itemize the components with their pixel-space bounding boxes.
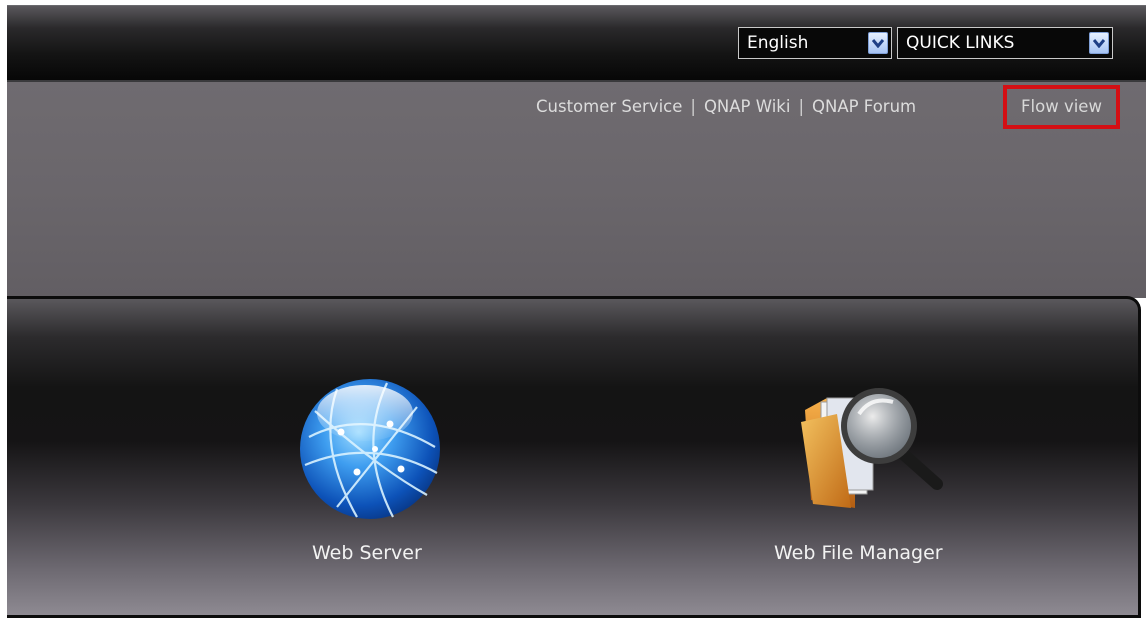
globe-icon[interactable] xyxy=(297,377,443,527)
chevron-down-icon[interactable] xyxy=(1089,32,1109,54)
language-select-value: English xyxy=(747,33,809,53)
qnap-forum-link[interactable]: QNAP Forum xyxy=(812,97,916,116)
web-file-manager-label[interactable]: Web File Manager xyxy=(774,542,943,564)
customer-service-link[interactable]: Customer Service xyxy=(536,97,682,116)
quick-links-select-value: QUICK LINKS xyxy=(906,33,1015,53)
language-select[interactable]: English xyxy=(738,27,892,59)
folder-magnifier-icon[interactable] xyxy=(797,380,949,520)
chevron-down-icon[interactable] xyxy=(868,32,888,54)
link-separator: | xyxy=(690,97,696,116)
flow-view-link[interactable]: Flow view xyxy=(1003,85,1120,129)
qnap-wiki-link[interactable]: QNAP Wiki xyxy=(704,97,791,116)
web-server-label[interactable]: Web Server xyxy=(312,542,422,564)
quick-links-select[interactable]: QUICK LINKS xyxy=(897,27,1113,59)
apps-panel xyxy=(7,296,1141,618)
top-links: Customer Service | QNAP Wiki | QNAP Forum xyxy=(536,97,916,116)
link-separator: | xyxy=(798,97,804,116)
